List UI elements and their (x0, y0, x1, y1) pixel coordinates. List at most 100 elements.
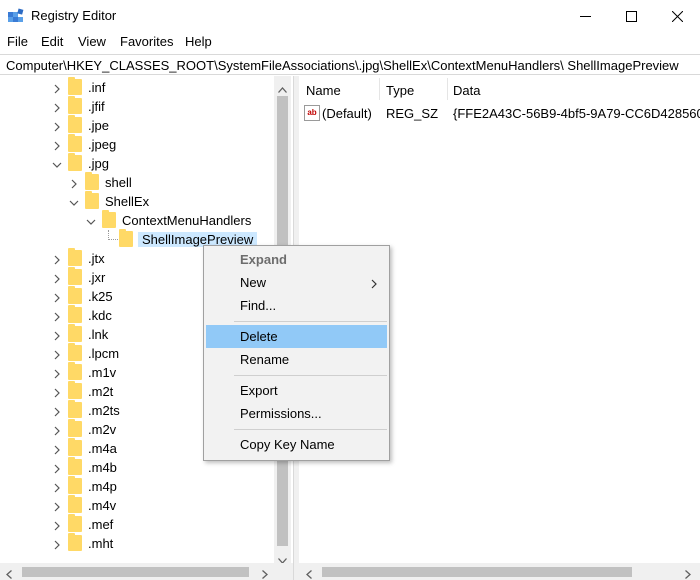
menu-item-label: Expand (240, 252, 287, 267)
minimize-button[interactable] (562, 0, 608, 32)
folder-icon (68, 305, 82, 323)
folder-icon (85, 191, 99, 209)
chevron-right-icon[interactable] (52, 291, 62, 303)
menu-bar: File Edit View Favorites Help (0, 32, 700, 52)
tree-node-label: ShellEx (105, 194, 150, 209)
submenu-arrow-icon (371, 277, 377, 292)
chevron-right-icon[interactable] (52, 443, 62, 455)
chevron-right-icon[interactable] (52, 348, 62, 360)
chevron-down-icon[interactable] (52, 158, 62, 168)
value-row[interactable]: ab (Default) REG_SZ {FFE2A43C-56B9-4bf5-… (299, 104, 700, 124)
window-title: Registry Editor (31, 8, 117, 23)
maximize-icon (625, 10, 637, 22)
column-header-data[interactable]: Data (453, 83, 480, 98)
menu-file[interactable]: File (7, 34, 28, 49)
folder-icon (102, 210, 116, 228)
folder-icon (68, 514, 82, 532)
chevron-right-icon[interactable] (69, 177, 79, 189)
menu-item-find[interactable]: Find... (206, 294, 387, 317)
close-button[interactable] (654, 0, 700, 32)
tree-node-label: .m4p (88, 479, 117, 494)
folder-icon (119, 229, 133, 247)
title-bar: Registry Editor (0, 0, 700, 32)
menu-item-label: Rename (240, 352, 290, 367)
tree-horizontal-scroll-thumb[interactable] (22, 567, 249, 577)
chevron-right-icon[interactable] (52, 82, 62, 94)
tree-node-label: .k25 (88, 289, 113, 304)
menu-item-export[interactable]: Export (206, 379, 387, 402)
maximize-button[interactable] (608, 0, 654, 32)
menu-item-rename[interactable]: Rename (206, 348, 387, 371)
scroll-right-icon[interactable] (685, 567, 691, 580)
menu-item-label: Permissions... (240, 406, 322, 421)
menu-separator (234, 375, 387, 376)
scroll-left-icon[interactable] (6, 567, 12, 580)
tree-node-label: shell (105, 175, 132, 190)
scroll-right-icon[interactable] (262, 567, 268, 580)
chevron-right-icon[interactable] (52, 386, 62, 398)
menu-item-delete[interactable]: Delete (206, 325, 387, 348)
chevron-right-icon[interactable] (52, 139, 62, 151)
chevron-right-icon[interactable] (52, 519, 62, 531)
chevron-right-icon[interactable] (52, 120, 62, 132)
chevron-right-icon[interactable] (52, 272, 62, 284)
value-data: {FFE2A43C-56B9-4bf5-9A79-CC6D4285608A (453, 106, 700, 121)
folder-icon (68, 438, 82, 456)
chevron-right-icon[interactable] (52, 329, 62, 341)
value-name: (Default) (322, 106, 372, 121)
chevron-right-icon[interactable] (52, 481, 62, 493)
chevron-right-icon[interactable] (52, 500, 62, 512)
value-type: REG_SZ (386, 106, 439, 121)
folder-icon (68, 286, 82, 304)
menu-item-copy-key-name[interactable]: Copy Key Name (206, 433, 387, 456)
chevron-right-icon[interactable] (52, 405, 62, 417)
tree-node-label: .jxr (88, 270, 106, 285)
folder-icon (68, 400, 82, 418)
close-icon (671, 10, 683, 22)
chevron-right-icon[interactable] (52, 462, 62, 474)
chevron-right-icon[interactable] (52, 310, 62, 322)
column-header-type[interactable]: Type (386, 83, 414, 98)
folder-icon (68, 343, 82, 361)
menu-item-new[interactable]: New (206, 271, 387, 294)
column-divider[interactable] (447, 78, 448, 100)
minimize-icon (579, 11, 591, 22)
chevron-right-icon[interactable] (52, 101, 62, 113)
tree-connector (108, 230, 118, 240)
folder-icon (68, 77, 82, 95)
list-horizontal-scroll-thumb[interactable] (322, 567, 632, 577)
address-path[interactable]: Computer\HKEY_CLASSES_ROOT\SystemFileAss… (6, 58, 679, 73)
folder-icon (68, 153, 82, 171)
menu-edit[interactable]: Edit (41, 34, 63, 49)
menu-item-permissions[interactable]: Permissions... (206, 402, 387, 425)
menu-item-expand[interactable]: Expand (206, 248, 387, 271)
chevron-down-icon[interactable] (86, 215, 96, 225)
tree-node-label: .lpcm (88, 346, 120, 361)
string-value-icon: ab (304, 105, 320, 121)
menu-view[interactable]: View (78, 34, 106, 49)
chevron-right-icon[interactable] (52, 424, 62, 436)
folder-icon (68, 115, 82, 133)
address-bar[interactable]: Computer\HKEY_CLASSES_ROOT\SystemFileAss… (0, 54, 700, 75)
scroll-left-icon[interactable] (306, 567, 312, 580)
menu-help[interactable]: Help (185, 34, 212, 49)
column-header-name[interactable]: Name (306, 83, 341, 98)
tree-node-label: .mef (88, 517, 114, 532)
menu-item-label: Delete (240, 329, 278, 344)
chevron-right-icon[interactable] (52, 367, 62, 379)
tree-node-label: .kdc (88, 308, 112, 323)
column-divider[interactable] (379, 78, 380, 100)
folder-icon (68, 381, 82, 399)
menu-item-label: New (240, 275, 267, 290)
folder-icon (68, 267, 82, 285)
chevron-right-icon[interactable] (52, 538, 62, 550)
tree-node-label: .m2t (88, 384, 114, 399)
folder-icon (68, 248, 82, 266)
tree-node-label: .lnk (88, 327, 109, 342)
chevron-down-icon[interactable] (69, 196, 79, 206)
menu-favorites[interactable]: Favorites (120, 34, 173, 49)
tree-node-label: .m4b (88, 460, 117, 475)
scroll-up-icon[interactable] (278, 81, 287, 96)
tree-node-label: .mht (88, 536, 114, 551)
chevron-right-icon[interactable] (52, 253, 62, 265)
